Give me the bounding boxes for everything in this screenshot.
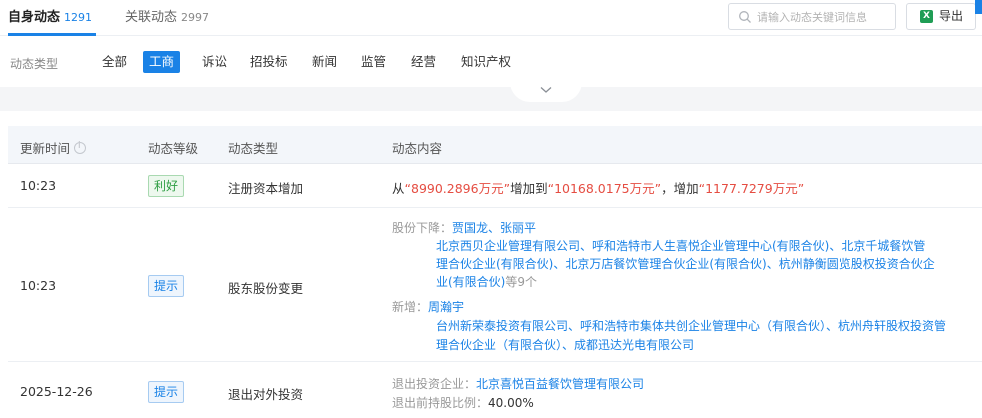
exit-ratio-line: 退出前持股比例：40.00% xyxy=(392,395,534,412)
filter-label: 动态类型 xyxy=(10,57,59,71)
filter-chip-litigation[interactable]: 诉讼 xyxy=(196,51,233,73)
table-row: 10:23 提示 股东股份变更 股份下降：贾国龙、张丽平 北京西贝企业管理有限公… xyxy=(8,208,982,362)
info-icon[interactable] xyxy=(74,141,87,154)
shareholder-link[interactable]: 周瀚宇 xyxy=(428,300,464,314)
company-list-line[interactable]: 理合伙企业(有限合伙)、北京万店餐饮管理合伙企业(有限合伙)、杭州静衡圆览股权投… xyxy=(436,256,935,273)
tab-bar: 自身动态1291 关联动态2997 X 导出 xyxy=(0,0,982,36)
search-box[interactable] xyxy=(728,3,896,30)
exit-company-line: 退出投资企业：北京喜悦百益餐饮管理有限公司 xyxy=(392,376,644,393)
filter-chip-news[interactable]: 新闻 xyxy=(306,51,343,73)
row-level: 提示 xyxy=(148,275,185,297)
share-decrease-label: 股份下降： xyxy=(392,221,453,235)
more-count[interactable]: 等9个 xyxy=(505,275,537,289)
table-row: 10:23 利好 注册资本增加 从“8990.2896万元”增加到“10168.… xyxy=(8,164,982,208)
tab-related-dynamics[interactable]: 关联动态 2997 xyxy=(125,8,209,28)
row-level: 利好 xyxy=(148,175,185,197)
filter-chip-operation[interactable]: 经营 xyxy=(405,51,442,73)
filter-chip-ip[interactable]: 知识产权 xyxy=(455,51,517,73)
export-button[interactable]: X 导出 xyxy=(906,3,976,30)
company-link[interactable]: 北京喜悦百益餐饮管理有限公司 xyxy=(476,377,644,391)
expand-filters-button[interactable] xyxy=(510,82,582,102)
company-list-line: 业(有限合伙)等9个 xyxy=(436,274,537,291)
header-label: 更新时间 xyxy=(20,141,71,156)
content-text: ，增加 xyxy=(661,181,699,196)
level-tag: 利好 xyxy=(148,175,185,197)
company-list-line[interactable]: 理合伙企业（有限合伙）、成都迅达光电有限公司 xyxy=(436,337,694,354)
new-capital: “10168.0175万元” xyxy=(547,181,662,196)
filter-chip-bidding[interactable]: 招投标 xyxy=(244,51,294,73)
content-text: 从 xyxy=(392,181,405,196)
export-label: 导出 xyxy=(939,9,964,23)
header-type: 动态类型 xyxy=(228,141,279,156)
level-tag: 提示 xyxy=(148,275,185,297)
row-time: 2025-12-26 xyxy=(20,384,93,399)
shareholder-link[interactable]: 贾国龙、张丽平 xyxy=(452,221,536,235)
ratio-label: 退出前持股比例： xyxy=(392,396,489,410)
search-input[interactable] xyxy=(757,7,893,27)
row-content: 退出投资企业：北京喜悦百益餐饮管理有限公司 退出前持股比例：40.00% xyxy=(392,362,982,418)
company-link[interactable]: 业(有限合伙) xyxy=(436,275,505,289)
row-type: 股东股份变更 xyxy=(228,281,304,296)
new-shareholder-label: 新增： xyxy=(392,300,429,314)
row-time: 10:23 xyxy=(20,178,57,193)
row-type: 退出对外投资 xyxy=(228,387,304,402)
section-divider xyxy=(0,87,982,111)
header-content: 动态内容 xyxy=(392,141,443,156)
ratio-value: 40.00% xyxy=(488,396,534,410)
share-decrease-line: 股份下降：贾国龙、张丽平 xyxy=(392,220,536,237)
table-row: 2025-12-26 提示 退出对外投资 退出投资企业：北京喜悦百益餐饮管理有限… xyxy=(8,362,982,418)
active-tab-indicator xyxy=(8,33,96,36)
row-level: 提示 xyxy=(148,381,185,403)
exit-label: 退出投资企业： xyxy=(392,377,477,391)
content-text: 增加到 xyxy=(510,181,548,196)
header-update-time: 更新时间 xyxy=(20,138,87,157)
row-content: 股份下降：贾国龙、张丽平 北京西贝企业管理有限公司、呼和浩特市人生喜悦企业管理中… xyxy=(392,208,982,362)
company-list-line[interactable]: 北京西贝企业管理有限公司、呼和浩特市人生喜悦企业管理中心(有限合伙)、北京千城餐… xyxy=(436,238,925,255)
excel-icon: X xyxy=(920,10,933,23)
edge-badge xyxy=(975,0,982,14)
tab-self-dynamics[interactable]: 自身动态 1291 xyxy=(8,8,92,28)
old-capital: “8990.2896万元” xyxy=(404,181,511,196)
table-header: 更新时间 动态等级 动态类型 动态内容 xyxy=(8,126,982,164)
tab-count: 1291 xyxy=(64,11,93,24)
tab-count: 2997 xyxy=(181,11,210,24)
filter-chip-all[interactable]: 全部 xyxy=(96,51,133,73)
row-time: 10:23 xyxy=(20,278,57,293)
row-content: 从“8990.2896万元”增加到“10168.0175万元”，增加“1177.… xyxy=(392,178,804,197)
chevron-down-icon xyxy=(540,87,552,93)
tab-label: 自身动态 xyxy=(8,10,61,25)
search-icon xyxy=(739,11,751,23)
tab-label: 关联动态 xyxy=(125,10,178,25)
company-list-line[interactable]: 台州新荣泰投资有限公司、呼和浩特市集体共创企业管理中心（有限合伙）、杭州舟轩股权… xyxy=(436,318,946,335)
new-shareholder-line: 新增：周瀚宇 xyxy=(392,299,464,316)
capital-increase: “1177.7279万元” xyxy=(698,181,805,196)
filter-chip-business[interactable]: 工商 xyxy=(143,51,181,73)
level-tag: 提示 xyxy=(148,381,185,403)
filter-chip-regulation[interactable]: 监管 xyxy=(355,51,392,73)
row-type: 注册资本增加 xyxy=(228,181,304,196)
header-level: 动态等级 xyxy=(148,141,199,156)
filter-bar: 动态类型 全部 工商 诉讼 招投标 新闻 监管 经营 知识产权 xyxy=(0,37,982,87)
